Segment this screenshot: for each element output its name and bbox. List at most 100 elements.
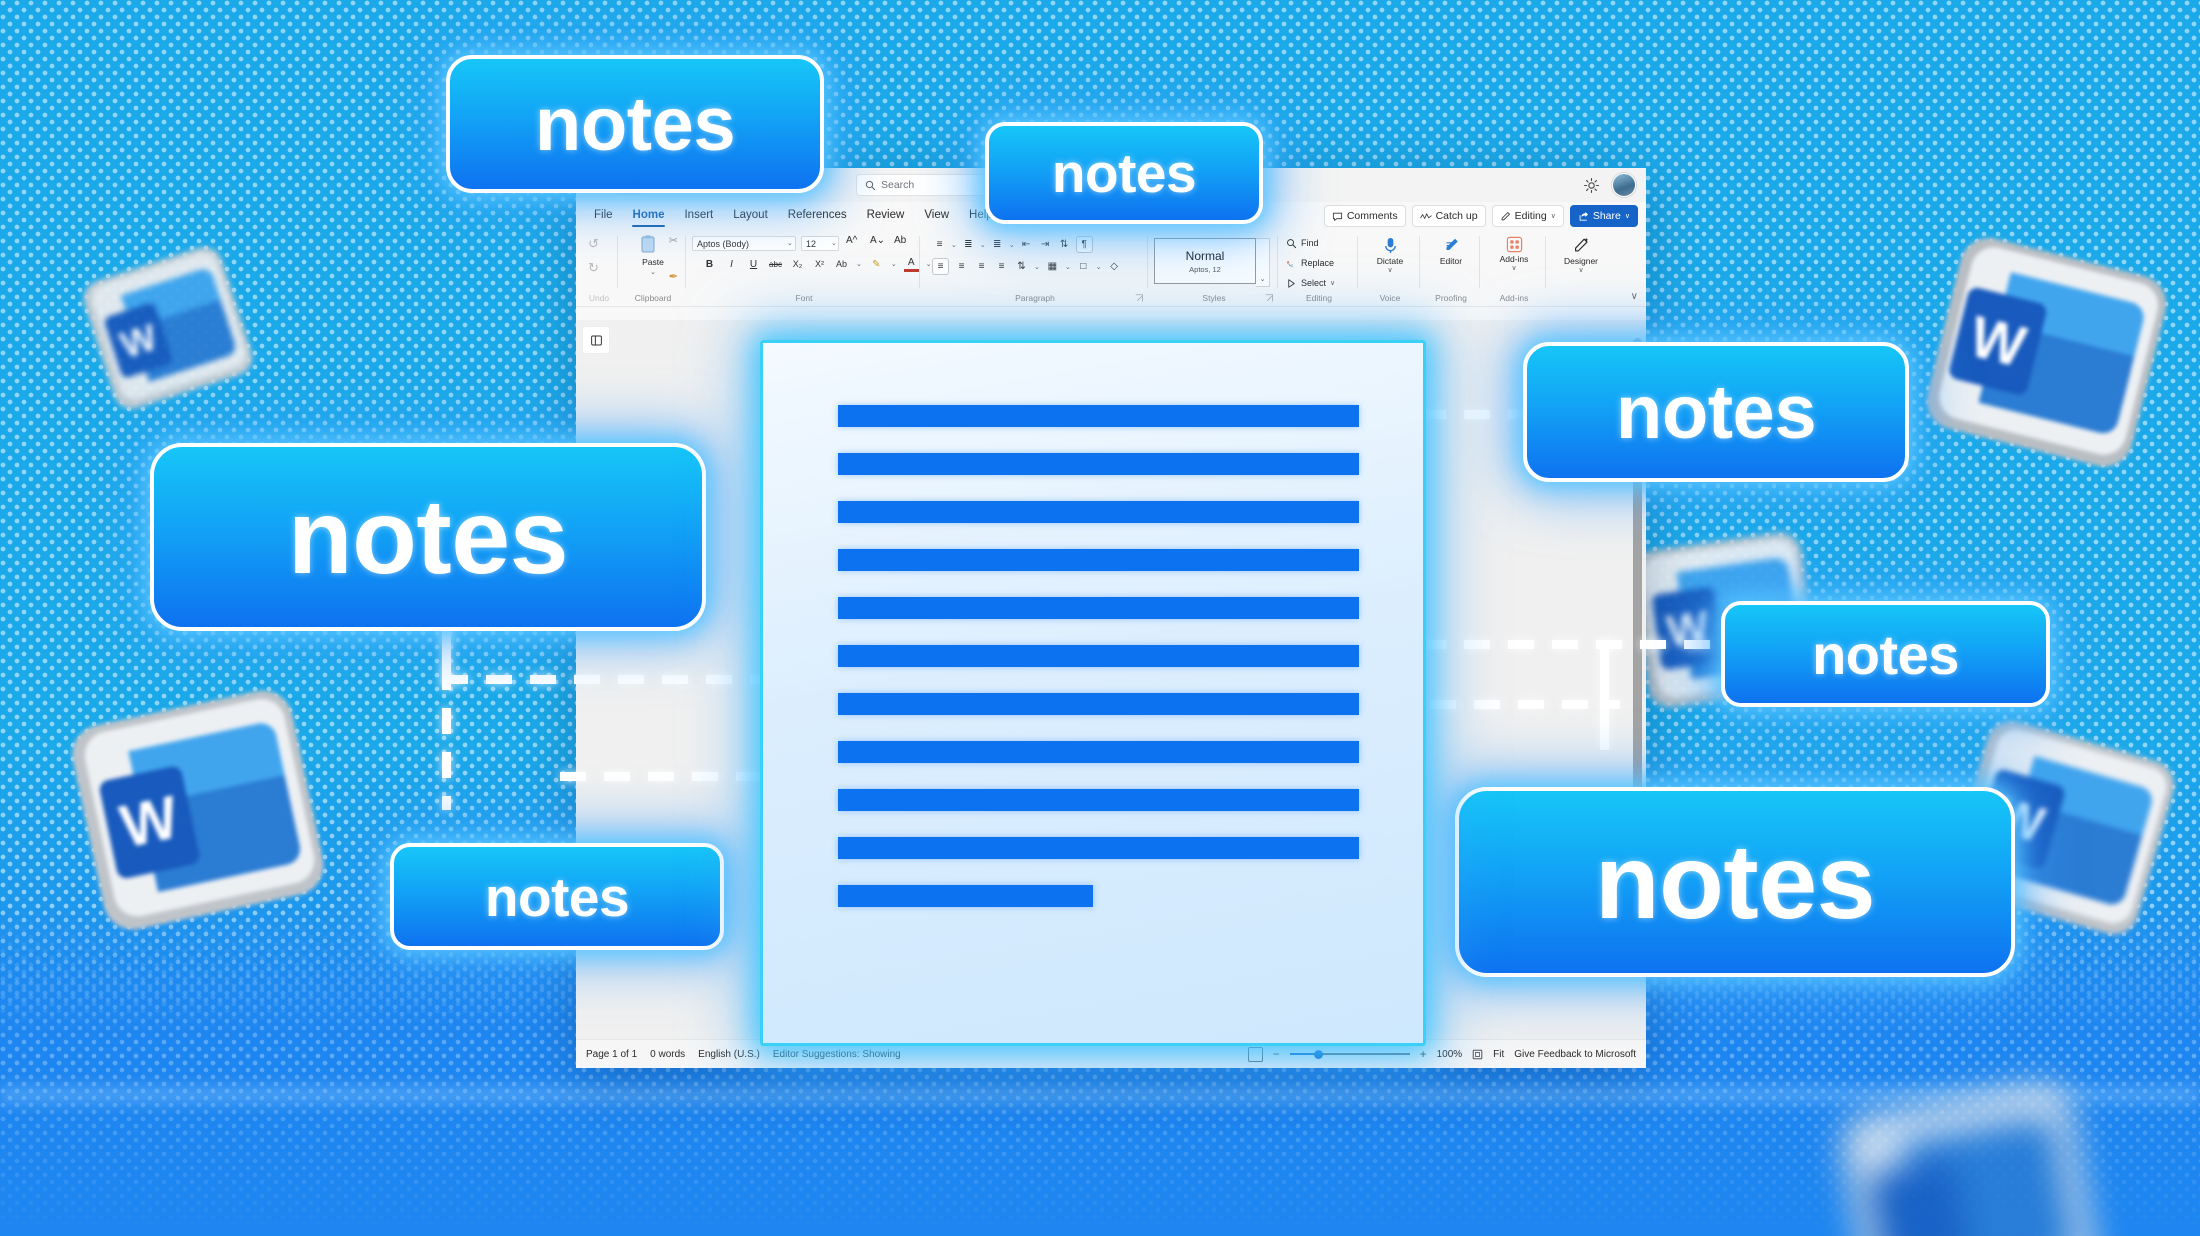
tab-home[interactable]: Home: [623, 202, 675, 228]
format-painter-icon[interactable]: ✒: [669, 270, 678, 283]
increase-font-size-icon[interactable]: A^: [846, 235, 857, 246]
find-button[interactable]: Find: [1286, 235, 1319, 251]
zoom-level[interactable]: 100%: [1437, 1049, 1463, 1060]
chevron-down-icon[interactable]: ⌄: [891, 260, 897, 268]
bold-button[interactable]: B: [702, 257, 717, 272]
increase-indent-icon[interactable]: ⇥: [1038, 237, 1053, 252]
font-family-value: Aptos (Body): [697, 238, 750, 249]
document-line: [838, 645, 1359, 667]
redo-icon[interactable]: ↻: [588, 260, 599, 276]
strikethrough-button[interactable]: abc: [768, 257, 783, 272]
paragraph-dialog-launcher[interactable]: [1135, 294, 1144, 303]
comments-button[interactable]: Comments: [1323, 205, 1406, 227]
notes-badge-top-left[interactable]: notes: [446, 55, 824, 193]
word-count[interactable]: 0 words: [650, 1049, 685, 1060]
font-family-input[interactable]: Aptos (Body): [692, 236, 796, 251]
fit-label[interactable]: Fit: [1493, 1049, 1504, 1060]
page-count[interactable]: Page 1 of 1: [586, 1049, 637, 1060]
share-button[interactable]: Share ∨: [1569, 205, 1638, 227]
chevron-down-icon[interactable]: ⌄: [831, 239, 837, 247]
align-right-icon[interactable]: ≡: [974, 259, 989, 274]
feedback-link[interactable]: Give Feedback to Microsoft: [1514, 1049, 1636, 1060]
notes-badge-bottom-left[interactable]: notes: [390, 843, 724, 950]
sort-icon[interactable]: ⇅: [1057, 237, 1072, 252]
italic-button[interactable]: I: [724, 257, 739, 272]
notes-badge-mid-left[interactable]: notes: [150, 443, 706, 631]
chevron-down-icon: ∨: [1550, 213, 1556, 220]
text-effects-button[interactable]: Ab: [834, 257, 849, 272]
paste-label[interactable]: Paste: [620, 257, 686, 267]
chevron-down-icon[interactable]: ⌄: [980, 241, 986, 249]
multilevel-list-icon[interactable]: ≣: [990, 237, 1005, 252]
tab-layout[interactable]: Layout: [723, 202, 778, 228]
ribbon-group-voice: Dictate ∨ Voice: [1360, 230, 1420, 304]
share-icon: [1579, 211, 1588, 221]
superscript-button[interactable]: X²: [812, 257, 827, 272]
add-ins-button[interactable]: Add-ins ∨: [1482, 236, 1546, 272]
chevron-down-icon[interactable]: ⌄: [1096, 263, 1102, 271]
ribbon-collapse-button[interactable]: ∨: [1631, 291, 1638, 302]
decrease-font-size-icon[interactable]: A⌄: [870, 235, 885, 246]
zoom-slider[interactable]: [1289, 1048, 1410, 1060]
shading-icon[interactable]: ▦: [1045, 259, 1060, 274]
change-case-icon[interactable]: Ab: [894, 235, 906, 246]
designer-button[interactable]: Designer ∨: [1548, 236, 1614, 274]
zoom-out-button[interactable]: −: [1273, 1047, 1280, 1061]
group-label-addins: Add-ins: [1499, 293, 1529, 303]
underline-button[interactable]: U: [746, 257, 761, 272]
chevron-down-icon[interactable]: ⌄: [856, 260, 862, 268]
paste-icon[interactable]: [638, 234, 658, 259]
replace-button[interactable]: a c Replace: [1286, 255, 1334, 271]
document-preview-card[interactable]: [760, 340, 1426, 1046]
style-description: Aptos, 12: [1189, 264, 1221, 274]
editing-mode-button[interactable]: Editing ∨: [1491, 205, 1564, 227]
avatar[interactable]: [1612, 173, 1636, 197]
navigation-pane-button[interactable]: [582, 326, 610, 354]
gear-icon[interactable]: [1583, 177, 1600, 194]
read-mode-icon[interactable]: [1247, 1046, 1263, 1062]
group-label-paragraph: Paragraph: [1015, 293, 1055, 303]
chevron-down-icon[interactable]: ⌄: [1009, 241, 1015, 249]
dictate-button[interactable]: Dictate ∨: [1360, 236, 1420, 274]
bullets-icon[interactable]: ≡: [932, 237, 947, 252]
chevron-down-icon[interactable]: ⌄: [951, 241, 957, 249]
font-color-icon[interactable]: A: [903, 256, 919, 272]
tab-insert[interactable]: Insert: [674, 202, 723, 228]
chevron-down-icon[interactable]: ⌄: [787, 239, 793, 247]
notes-badge-top-center[interactable]: notes: [985, 122, 1263, 224]
paragraph-shading-icon[interactable]: ◇: [1107, 259, 1122, 274]
borders-icon[interactable]: □: [1076, 259, 1091, 274]
select-button[interactable]: Select ∨: [1286, 275, 1335, 291]
undo-icon[interactable]: ↺: [588, 236, 599, 252]
decrease-indent-icon[interactable]: ⇤: [1019, 237, 1034, 252]
subscript-button[interactable]: X₂: [790, 257, 805, 272]
styles-dialog-launcher[interactable]: [1265, 294, 1274, 303]
zoom-in-button[interactable]: +: [1420, 1047, 1427, 1061]
cut-scissors-icon[interactable]: ✂: [669, 234, 678, 247]
notes-badge-mid-right[interactable]: notes: [1523, 342, 1909, 482]
editor-suggestions[interactable]: Editor Suggestions: Showing: [773, 1049, 901, 1060]
show-formatting-marks-icon[interactable]: ¶: [1075, 236, 1093, 253]
notes-badge-label: notes: [484, 865, 630, 928]
align-center-icon[interactable]: ≡: [954, 259, 969, 274]
tab-references[interactable]: References: [778, 202, 857, 228]
align-left-icon[interactable]: ≡: [932, 258, 949, 275]
text-highlight-icon[interactable]: ✎: [869, 257, 884, 272]
tab-view[interactable]: View: [914, 202, 959, 228]
language[interactable]: English (U.S.): [698, 1049, 760, 1060]
catch-up-button[interactable]: Catch up: [1411, 205, 1486, 227]
styles-gallery-more-button[interactable]: ⌄: [1256, 238, 1270, 287]
chevron-down-icon[interactable]: ⌄: [1034, 263, 1040, 271]
tab-review[interactable]: Review: [857, 202, 915, 228]
justify-icon[interactable]: ≡: [994, 259, 1009, 274]
style-gallery-normal[interactable]: Normal Aptos, 12: [1154, 238, 1256, 284]
fit-icon[interactable]: [1472, 1049, 1483, 1060]
numbering-icon[interactable]: ≣: [961, 237, 976, 252]
chevron-down-icon[interactable]: ⌄: [1065, 263, 1071, 271]
notes-badge-bottom-right[interactable]: notes: [1455, 787, 2015, 977]
line-spacing-icon[interactable]: ⇅: [1014, 259, 1029, 274]
editor-button[interactable]: Editor: [1422, 236, 1480, 266]
tab-file[interactable]: File: [584, 202, 623, 228]
zoom-slider-knob[interactable]: [1313, 1049, 1323, 1059]
notes-badge-right-small[interactable]: notes: [1721, 601, 2050, 707]
